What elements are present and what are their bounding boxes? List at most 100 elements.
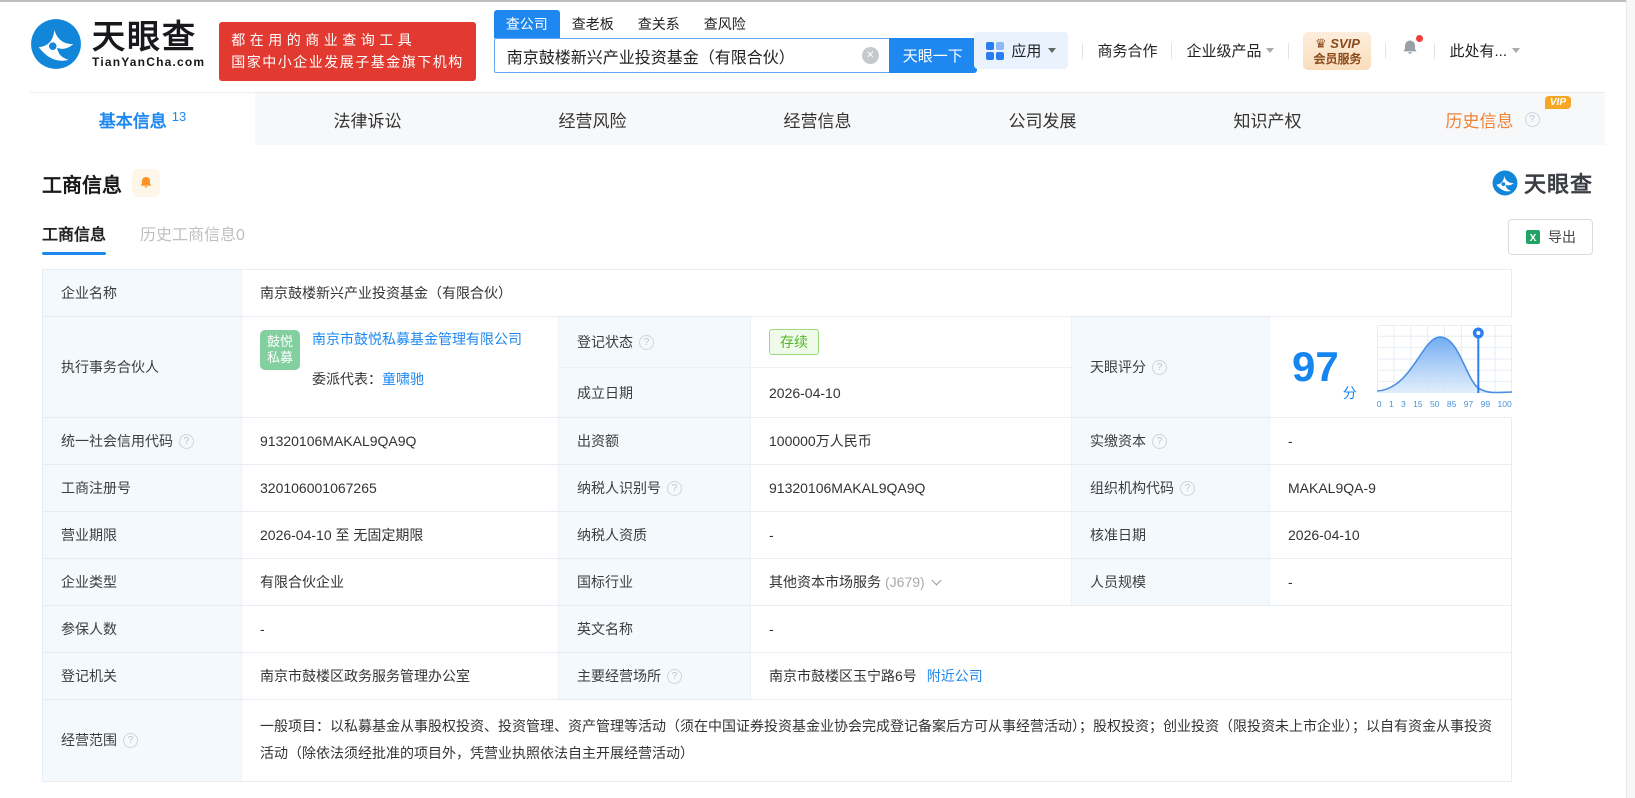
business-scope-value: 一般项目：以私募基金从事股权投资、投资管理、资产管理等活动（须在中国证券投资基金… [241,700,1511,781]
scrollbar[interactable] [1626,0,1635,798]
score-chart-x-axis: 01 3 15 50 85 97 99 100 [1376,399,1512,409]
export-button[interactable]: X 导出 [1508,219,1593,255]
table-row: 参保人数 - 英文名称 - [43,605,1511,652]
logo-brand-text: 天眼查 [92,17,197,55]
tab-label: 基本信息 [98,111,167,131]
help-icon[interactable] [667,668,682,684]
avatar-text: 鼓悦 [266,333,293,349]
subtab-business-info[interactable]: 工商信息 [42,221,107,255]
company-name-value: 南京鼓楼新兴产业投资基金（有限合伙） [241,270,1511,316]
user-account-menu[interactable]: 此处有... [1449,40,1520,61]
search-input[interactable] [493,38,889,73]
help-icon[interactable] [639,334,654,350]
score-distribution-chart: 01 3 15 50 85 97 99 100 [1376,325,1512,409]
help-icon[interactable] [1180,480,1195,496]
subtab-history-business-info[interactable]: 历史工商信息0 [140,221,245,255]
score-value[interactable]: 97 分 0 1 3 15 50 85 97 99 100 [1269,317,1530,417]
help-icon[interactable] [1152,433,1167,449]
watermark-text: 天眼查 [1523,172,1593,197]
reg-number-label: 工商注册号 [43,465,241,511]
search-button[interactable]: 天眼一下 [888,38,977,73]
slogan-line2: 国家中小企业发展子基金旗下机构 [231,54,464,71]
delegate-label: 委派代表： [312,371,382,387]
site-header: 天眼查 TianYanCha.com 都在用的商业查询工具 国家中小企业发展子基… [0,2,1635,92]
chevron-down-icon[interactable] [931,575,942,586]
search-tab-boss[interactable]: 查老板 [560,10,626,38]
help-icon[interactable] [1152,359,1167,375]
menu-divider [1082,42,1084,59]
reg-number-value: 320106001067265 [241,465,558,511]
staff-size-label: 人员规模 [1071,559,1269,605]
tab-operation-info[interactable]: 经营信息 [705,93,930,145]
chevron-down-icon [1048,48,1057,54]
tab-intellectual-property[interactable]: 知识产权 [1155,93,1380,145]
approval-date-value: 2026-04-10 [1269,512,1511,558]
industry-label: 国标行业 [558,559,750,605]
score-number: 97 [1292,343,1339,390]
table-row: 工商注册号 320106001067265 纳税人识别号 91320106MAK… [43,464,1511,511]
taxpayer-quality-value: - [750,512,1071,558]
search-tab-company[interactable]: 查公司 [493,10,560,38]
menu-item-cooperation[interactable]: 商务合作 [1097,40,1157,61]
partner-company-link[interactable]: 南京市鼓悦私募基金管理有限公司 [312,327,540,370]
menu-divider [1385,42,1387,59]
delegate-person-link[interactable]: 童啸驰 [382,371,424,387]
svg-text:X: X [1530,233,1537,244]
org-code-label: 组织机构代码 [1071,465,1269,511]
company-type-label: 企业类型 [43,559,241,605]
tianyancha-logo[interactable]: 天眼查 TianYanCha.com [30,18,205,70]
help-icon[interactable] [1524,111,1540,127]
industry-value[interactable]: 其他资本市场服务 (J679) [750,559,1071,605]
score-unit: 分 [1342,385,1357,401]
menu-item-enterprise[interactable]: 企业级产品 [1186,40,1275,61]
avatar-text: 私募 [266,350,293,365]
tab-label: 知识产权 [1233,111,1302,131]
org-code-value: MAKAL9QA-9 [1269,465,1511,511]
english-name-label: 英文名称 [558,606,750,652]
establish-date-label: 成立日期 [558,367,750,417]
subscribe-bell-button[interactable] [132,169,160,197]
tab-legal-litigation[interactable]: 法律诉讼 [255,93,480,145]
apps-menu-button[interactable]: 应用 [974,32,1069,70]
tab-company-development[interactable]: 公司发展 [930,93,1155,145]
taxpayer-quality-label: 纳税人资质 [558,512,750,558]
tab-operation-risk[interactable]: 经营风险 [480,93,705,145]
tab-label: 法律诉讼 [333,111,402,131]
registration-authority-label: 登记机关 [43,653,241,699]
establish-date-value: 2026-04-10 [750,367,1071,417]
chevron-down-icon [1512,48,1520,54]
help-icon[interactable] [667,480,682,496]
nearby-companies-link[interactable]: 附近公司 [927,666,983,686]
search-tab-relation[interactable]: 查关系 [626,10,692,38]
status-badge: 存续 [769,329,819,355]
executive-partner-value: 鼓悦 私募 南京市鼓悦私募基金管理有限公司 委派代表：童啸驰 [241,317,558,417]
menu-divider [1434,42,1436,59]
svip-label: ♛ SVIP [1315,36,1360,51]
apps-label: 应用 [1011,43,1042,61]
help-icon[interactable] [123,732,138,748]
paid-capital-label: 实缴资本 [1071,418,1269,464]
search-tab-risk[interactable]: 查风险 [692,10,758,38]
export-label: 导出 [1548,229,1576,245]
bell-icon [140,177,152,188]
tab-history-info[interactable]: VIP 历史信息 [1380,93,1605,145]
tab-count: 13 [171,108,187,124]
clear-search-icon[interactable] [861,47,879,64]
taxpayer-id-label: 纳税人识别号 [558,465,750,511]
partner-avatar: 鼓悦 私募 [260,330,300,370]
tab-basic-info[interactable]: 基本信息 13 [30,93,255,145]
staff-size-value: - [1269,559,1511,605]
header-menu: 应用 商务合作 企业级产品 ♛ SVIP 会员服务 此处有... [974,32,1520,70]
taxpayer-id-value: 91320106MAKAL9QA9Q [750,465,1071,511]
business-term-value: 2026-04-10 至 无固定期限 [241,512,558,558]
tab-label: 公司发展 [1008,111,1077,131]
svip-member-button[interactable]: ♛ SVIP 会员服务 [1303,32,1372,70]
help-icon[interactable] [179,433,194,449]
notification-bell-button[interactable] [1400,35,1424,63]
table-row: 企业名称 南京鼓楼新兴产业投资基金（有限合伙） [43,270,1511,316]
excel-icon: X [1526,230,1540,244]
tianyancha-swirl-icon [31,19,81,69]
reg-status-value: 存续 [750,317,1071,367]
english-name-value: - [750,606,1511,652]
business-info-table: 企业名称 南京鼓楼新兴产业投资基金（有限合伙） 执行事务合伙人 鼓悦 私募 南京… [42,269,1530,782]
